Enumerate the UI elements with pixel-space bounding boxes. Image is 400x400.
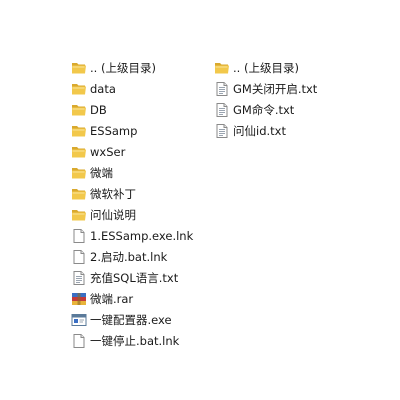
archive-icon [71,291,87,307]
folder-icon [71,186,87,202]
item-label: 微软补丁 [90,186,136,201]
list-item-essamp-folder[interactable]: ESSamp [71,120,193,141]
item-label: ESSamp [90,123,138,138]
folder-icon [71,165,87,181]
file-icon [71,333,87,349]
file-icon [71,228,87,244]
folder-icon [71,102,87,118]
list-item-ms-patch-folder[interactable]: 微软补丁 [71,183,193,204]
item-label: 一键停止.bat.lnk [90,333,180,348]
item-label: 一键配置器.exe [90,312,172,327]
list-item-db-folder[interactable]: DB [71,99,193,120]
list-item-gm-toggle-txt[interactable]: GM关闭开启.txt [214,78,317,99]
list-item-parent-directory[interactable]: .. (上级目录) [214,57,317,78]
folder-icon [71,123,87,139]
list-item-wxser-folder[interactable]: wxSer [71,141,193,162]
item-label: .. (上级目录) [90,60,156,75]
folder-icon [71,144,87,160]
folder-icon [71,207,87,223]
item-label: wxSer [90,144,126,159]
list-item-start-bat-shortcut[interactable]: 2.启动.bat.lnk [71,246,193,267]
item-label: 微端.rar [90,291,134,306]
list-item-gm-commands-txt[interactable]: GM命令.txt [214,99,317,120]
item-label: 2.启动.bat.lnk [90,249,168,264]
item-label: 充值SQL语言.txt [90,270,179,285]
list-item-stop-bat-shortcut[interactable]: 一键停止.bat.lnk [71,330,193,351]
list-item-wenxian-notes-folder[interactable]: 问仙说明 [71,204,193,225]
text-file-icon [214,123,230,139]
list-item-data-folder[interactable]: data [71,78,193,99]
folder-icon [214,60,230,76]
list-item-essamp-shortcut[interactable]: 1.ESSamp.exe.lnk [71,225,193,246]
item-label: 微端 [90,165,113,180]
item-label: GM命令.txt [233,102,295,117]
list-item-wenxian-id-txt[interactable]: 问仙id.txt [214,120,317,141]
left-file-list: .. (上级目录) data DB ESSamp wxSer 微端 微软补丁 问… [71,57,193,351]
list-item-weiduan-folder[interactable]: 微端 [71,162,193,183]
list-item-recharge-sql-txt[interactable]: 充值SQL语言.txt [71,267,193,288]
exe-icon [71,312,87,328]
right-file-list: .. (上级目录) GM关闭开启.txt GM命令.txt 问仙id.txt [214,57,317,141]
text-file-icon [214,81,230,97]
text-file-icon [71,270,87,286]
folder-icon [71,81,87,97]
item-label: 问仙id.txt [233,123,286,138]
list-item-parent-directory[interactable]: .. (上级目录) [71,57,193,78]
item-label: 1.ESSamp.exe.lnk [90,228,194,243]
file-icon [71,249,87,265]
item-label: GM关闭开启.txt [233,81,318,96]
item-label: data [90,81,116,96]
text-file-icon [214,102,230,118]
item-label: DB [90,102,107,117]
folder-icon [71,60,87,76]
list-item-weiduan-rar[interactable]: 微端.rar [71,288,193,309]
item-label: 问仙说明 [90,207,136,222]
list-item-config-exe[interactable]: 一键配置器.exe [71,309,193,330]
item-label: .. (上级目录) [233,60,299,75]
